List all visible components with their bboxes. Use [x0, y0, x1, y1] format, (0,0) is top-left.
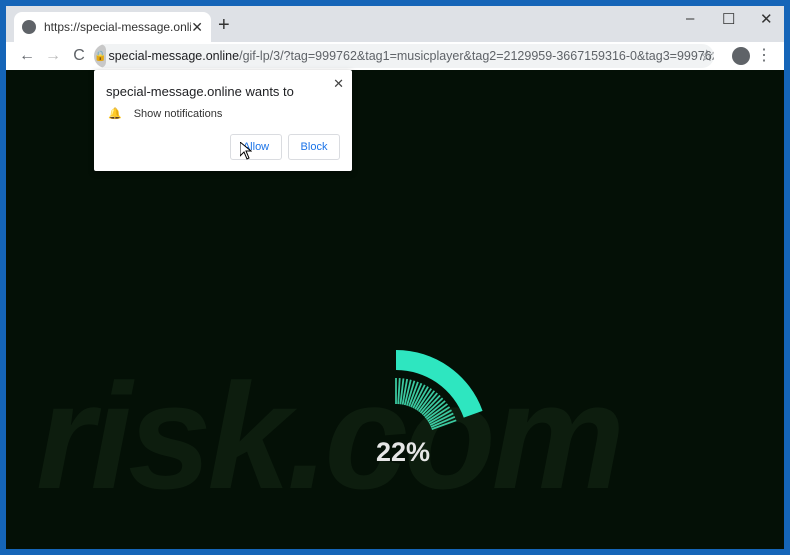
new-tab-button[interactable]: +: [218, 14, 230, 37]
tab-title: https://special-message.online/gif-lp/3/: [44, 20, 191, 34]
browser-window: https://special-message.online/gif-lp/3/…: [6, 6, 784, 549]
tab-close-button[interactable]: ✕: [191, 19, 203, 36]
account-icon[interactable]: [732, 47, 750, 65]
url-path: /gif-lp/3/?tag=999762&tag1=musicplayer&t…: [239, 49, 714, 63]
close-window-button[interactable]: ✕: [760, 10, 773, 28]
popup-close-button[interactable]: ✕: [333, 76, 344, 92]
lock-icon[interactable]: 🔒: [94, 44, 107, 68]
bell-icon: 🔔: [108, 108, 122, 120]
globe-icon: [22, 20, 36, 34]
progress-percent: 22%: [376, 437, 431, 467]
allow-button[interactable]: Allow: [230, 134, 282, 160]
gauge-tick: [397, 378, 401, 405]
url-domain: special-message.online: [108, 49, 240, 63]
permission-label: Show notifications: [133, 107, 223, 120]
address-bar[interactable]: 🔒 special-message.online/gif-lp/3/?tag=9…: [94, 44, 714, 68]
tab-bar: https://special-message.online/gif-lp/3/…: [6, 6, 784, 42]
minimize-button[interactable]: –: [686, 10, 694, 27]
menu-icon[interactable]: ⋮: [756, 45, 772, 65]
popup-title: special-message.online wants to: [106, 84, 294, 99]
notification-permission-popup: special-message.online wants to ✕ 🔔 Show …: [94, 70, 352, 171]
back-button[interactable]: ←: [14, 47, 40, 65]
toolbar: ← → C 🔒 special-message.online/gif-lp/3/…: [6, 42, 784, 70]
mouse-cursor-icon: [240, 142, 252, 160]
forward-button[interactable]: →: [40, 47, 66, 65]
tab-active[interactable]: https://special-message.online/gif-lp/3/…: [14, 12, 211, 42]
maximize-button[interactable]: ☐: [722, 10, 735, 28]
block-button[interactable]: Block: [288, 134, 340, 160]
reload-button[interactable]: C: [66, 47, 92, 65]
bookmark-star-icon[interactable]: ☆: [700, 46, 714, 66]
